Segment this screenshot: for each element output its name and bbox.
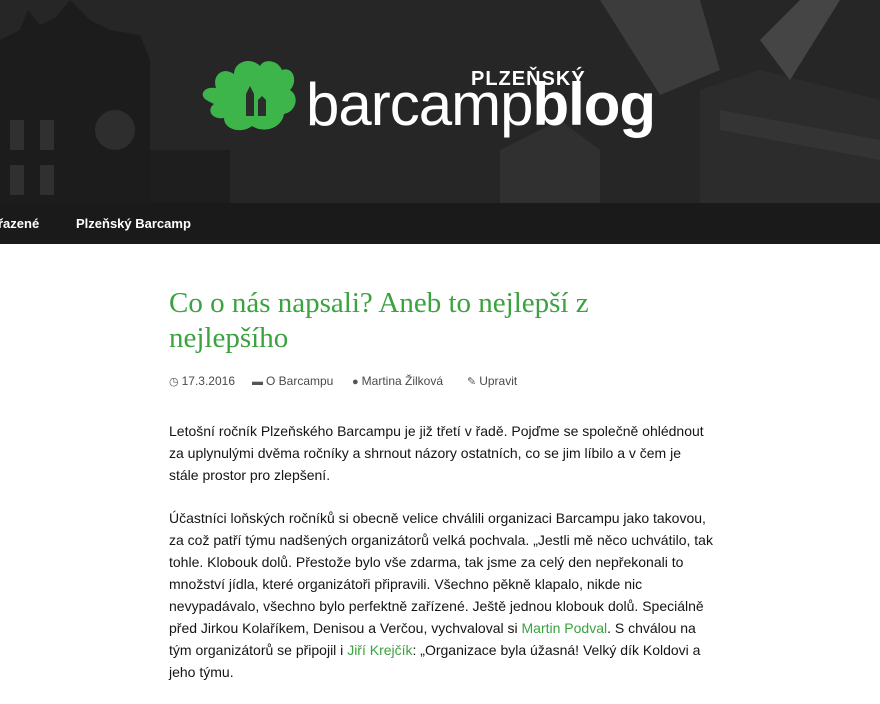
pencil-icon: ✎ bbox=[467, 376, 477, 388]
paragraph-2: Účastníci loňských ročníků si obecně vel… bbox=[169, 507, 714, 683]
meta-author-text: Martina Žilková bbox=[361, 374, 444, 388]
meta-author[interactable]: ● Martina Žilková bbox=[352, 374, 443, 388]
site-header: PLZEŇSKÝ barcampblog bbox=[0, 0, 880, 203]
article-title[interactable]: Co o nás napsali? Aneb to nejlepší z nej… bbox=[169, 244, 714, 356]
paragraph-2-text-a: Účastníci loňských ročníků si obecně vel… bbox=[169, 510, 713, 636]
article-body: Letošní ročník Plzeňského Barcampu je ji… bbox=[169, 420, 714, 683]
nav-item-plzensky-barcamp[interactable]: Plzeňský Barcamp bbox=[76, 203, 191, 244]
logo-blog-text: blog bbox=[532, 71, 656, 138]
folder-icon: ▬ bbox=[252, 376, 263, 388]
meta-date[interactable]: ◷ 17.3.2016 bbox=[169, 374, 235, 388]
meta-category[interactable]: ▬ O Barcampu bbox=[252, 374, 333, 388]
meta-date-text: 17.3.2016 bbox=[181, 374, 235, 388]
logo-barcamp-text: barcamp bbox=[306, 71, 533, 138]
meta-edit[interactable]: ✎ Upravit bbox=[467, 374, 517, 388]
meta-category-text: O Barcampu bbox=[266, 374, 334, 388]
paragraph-1: Letošní ročník Plzeňského Barcampu je ji… bbox=[169, 423, 704, 483]
user-icon: ● bbox=[352, 376, 359, 388]
main-navigation: řazené Plzeňský Barcamp bbox=[0, 203, 880, 244]
article: Co o nás napsali? Aneb to nejlepší z nej… bbox=[169, 244, 714, 704]
site-logo[interactable]: PLZEŇSKÝ barcampblog bbox=[198, 56, 688, 146]
link-jiri-krejcik[interactable]: Jiří Krejčík bbox=[347, 642, 412, 658]
meta-edit-text: Upravit bbox=[479, 374, 518, 388]
article-meta: ◷ 17.3.2016 ▬ O Barcampu ● Martina Žilková … bbox=[169, 374, 714, 390]
link-martin-podval[interactable]: Martin Podval bbox=[522, 620, 608, 636]
nav-item-nezarazene[interactable]: řazené bbox=[0, 203, 39, 244]
clock-icon: ◷ bbox=[169, 376, 179, 388]
logo-main-text: barcampblog bbox=[306, 70, 656, 140]
flame-logo-icon bbox=[202, 60, 296, 131]
